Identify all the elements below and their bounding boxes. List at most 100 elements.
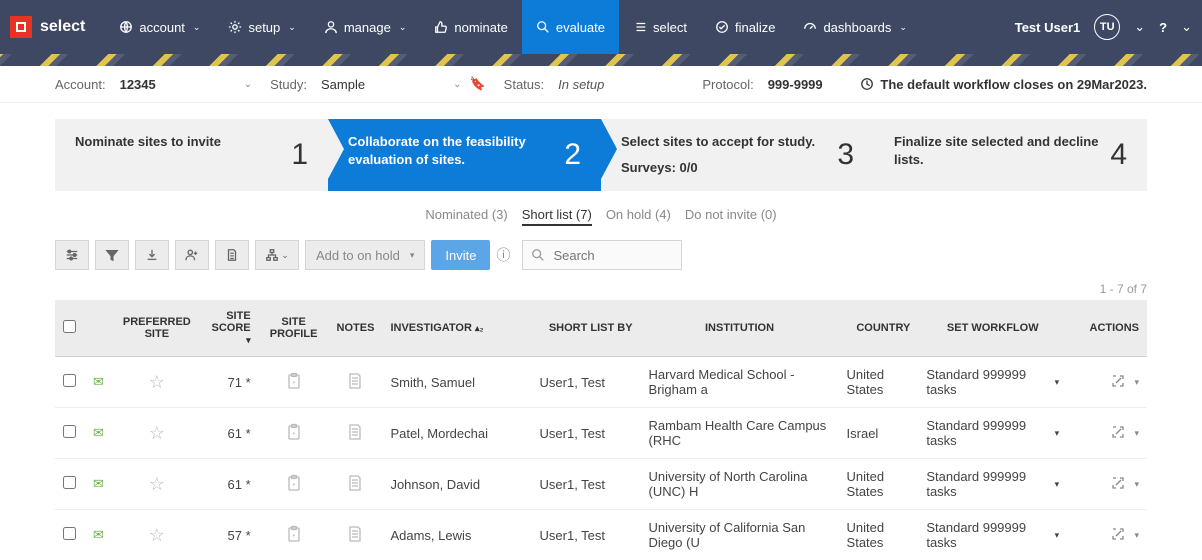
star-icon[interactable]: ☆ [149,423,165,443]
workflow-dropdown[interactable]: Standard 999999 tasks▾ [926,520,1059,550]
edit-action-icon[interactable] [1110,526,1126,545]
star-icon[interactable]: ☆ [149,474,165,494]
workflow-dropdown[interactable]: Standard 999999 tasks▾ [926,367,1059,397]
row-checkbox[interactable] [63,476,76,489]
col-notes[interactable]: NOTES [329,300,383,357]
envelope-icon[interactable]: ✉ [93,374,104,389]
edit-action-icon[interactable] [1110,373,1126,392]
chevron-down-icon: ⌄ [244,79,252,90]
col-country[interactable]: COUNTRY [839,300,919,357]
invite-button[interactable]: Invite [431,240,490,270]
tab-nominated[interactable]: Nominated (3) [425,207,507,226]
step-number: 3 [837,138,854,172]
nav-setup[interactable]: setup ⌄ [214,0,309,54]
note-icon[interactable] [348,479,362,494]
actions-chevron-icon[interactable]: ▾ [1134,377,1139,388]
cell-institution: Rambam Health Care Campus (RHC [641,408,839,459]
context-account[interactable]: Account: 12345 ⌄ [55,77,252,92]
sort-icon: ▾ [246,335,251,345]
envelope-icon[interactable]: ✉ [93,425,104,440]
actions-chevron-icon[interactable]: ▾ [1134,428,1139,439]
info-icon[interactable]: ⓘ [496,245,510,265]
workflow-dropdown[interactable]: Standard 999999 tasks▾ [926,469,1059,499]
clipboard-icon[interactable] [286,480,302,495]
chevron-down-icon: ⌄ [288,22,296,33]
tab-shortlist[interactable]: Short list (7) [522,207,592,226]
nav-label: setup [248,20,280,35]
nav-label: finalize [735,20,775,35]
row-checkbox[interactable] [63,527,76,540]
col-actions[interactable]: ACTIONS [1067,300,1147,357]
row-checkbox[interactable] [63,425,76,438]
context-status: Status: In setup [504,77,605,92]
nav-dashboards[interactable]: dashboards⌄ [789,0,921,54]
filter-button[interactable] [95,240,129,270]
nav-account[interactable]: account⌄ [105,0,214,54]
settings-toggle-button[interactable] [55,240,89,270]
step-subtext: Surveys: 0/0 [621,159,827,177]
user-avatar[interactable]: TU [1094,14,1120,40]
edit-action-icon[interactable] [1110,475,1126,494]
cell-country: United States [839,357,919,408]
add-user-button[interactable] [175,240,209,270]
nav-nominate[interactable]: nominate [420,0,521,54]
step-number: 1 [291,138,308,172]
col-score[interactable]: SITE SCORE ▾ [199,300,259,357]
add-to-onhold-button[interactable]: Add to on hold ▾ [305,240,425,270]
chevron-down-icon[interactable]: ⌄ [1134,19,1145,35]
step-text: Select sites to accept for study. Survey… [621,133,827,177]
clipboard-icon[interactable] [286,429,302,444]
brand-logo-icon [10,16,32,38]
col-shortlistby[interactable]: SHORT LIST BY [532,300,641,357]
help-icon[interactable]: ? [1159,20,1167,35]
star-icon[interactable]: ☆ [149,372,165,392]
document-button[interactable] [215,240,249,270]
edit-action-icon[interactable] [1110,424,1126,443]
chevron-down-icon[interactable]: ⌄ [1181,19,1192,35]
search-box[interactable] [522,240,682,270]
workflow-dropdown[interactable]: Standard 999999 tasks▾ [926,418,1059,448]
star-icon[interactable]: ☆ [149,525,165,545]
search-input[interactable] [553,248,673,263]
nav-select[interactable]: select [619,0,701,54]
gauge-icon [803,20,817,34]
tab-onhold[interactable]: On hold (4) [606,207,671,226]
col-investigator[interactable]: INVESTIGATOR ▴₂ [382,300,531,357]
nav-manage[interactable]: manage⌄ [310,0,421,54]
nav-finalize[interactable]: finalize [701,0,789,54]
filter-icon [105,248,119,262]
envelope-icon[interactable]: ✉ [93,476,104,491]
select-all-checkbox[interactable] [63,320,76,333]
actions-chevron-icon[interactable]: ▾ [1134,530,1139,541]
col-profile[interactable]: SITE PROFILE [259,300,329,357]
col-workflow[interactable]: SET WORKFLOW [918,300,1067,357]
row-checkbox[interactable] [63,374,76,387]
bookmark-icon[interactable]: 🔖 [469,76,485,92]
clipboard-icon[interactable] [286,378,302,393]
context-study[interactable]: Study: Sample ⌄ 🔖 [270,76,486,92]
brand[interactable]: select [10,16,85,38]
actions-chevron-icon[interactable]: ▾ [1134,479,1139,490]
note-icon[interactable] [348,530,362,545]
workflow-step-4[interactable]: Finalize site selected and decline lists… [874,119,1147,191]
tab-donotinvite[interactable]: Do not invite (0) [685,207,777,226]
envelope-icon[interactable]: ✉ [93,527,104,542]
workflow-step-1[interactable]: Nominate sites to invite 1 [55,119,328,191]
chevron-down-icon: ⌄ [453,79,461,90]
decorative-stripe [0,54,1202,66]
nav-label: evaluate [556,20,605,35]
label: Protocol: [702,77,753,92]
hierarchy-button[interactable]: ⌄ [255,240,299,270]
table-row: ✉ ☆ 61 * Johnson, David User1, Test Univ… [55,459,1147,510]
workflow-step-3[interactable]: Select sites to accept for study. Survey… [601,119,874,191]
chevron-down-icon: ▾ [1055,377,1060,388]
workflow-step-2[interactable]: Collaborate on the feasibility evaluatio… [328,119,601,191]
col-institution[interactable]: INSTITUTION [641,300,839,357]
col-preferred[interactable]: PREFERRED SITE [115,300,199,357]
download-button[interactable] [135,240,169,270]
cell-score: 61 * [199,408,259,459]
note-icon[interactable] [348,428,362,443]
note-icon[interactable] [348,377,362,392]
nav-evaluate[interactable]: evaluate [522,0,619,54]
clipboard-icon[interactable] [286,531,302,546]
